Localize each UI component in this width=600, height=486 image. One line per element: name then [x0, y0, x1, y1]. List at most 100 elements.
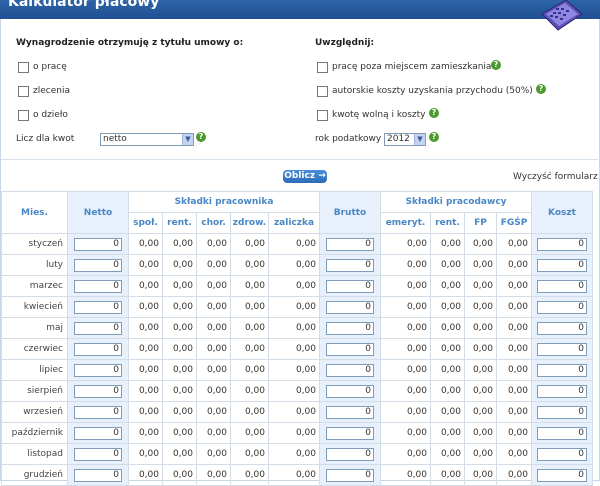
- checkbox-zlecenia[interactable]: [18, 86, 29, 97]
- skladka-pracownika-cell: 0,00: [128, 401, 163, 423]
- koszt-cell-input[interactable]: 0: [537, 447, 587, 461]
- help-icon[interactable]: ?: [536, 84, 546, 94]
- skladka-pracownika-cell: 0,00: [162, 233, 197, 255]
- skladka-pracownika-cell: 0,00: [268, 254, 320, 276]
- month-label: sierpień: [1, 380, 68, 402]
- licz-dla-label: Licz dla kwot: [16, 134, 75, 144]
- skladka-pracodawcy-cell: 0,00: [464, 233, 497, 255]
- sub-zdrow: zdrow.: [230, 212, 269, 234]
- netto-cell-input[interactable]: 0: [74, 384, 122, 398]
- netto-cell: 0: [67, 464, 129, 486]
- skladka-pracownika-cell: 0,00: [128, 296, 163, 318]
- netto-cell-input[interactable]: 0: [74, 321, 122, 335]
- checkbox-autorskie-koszty[interactable]: [317, 86, 328, 97]
- skladka-pracodawcy-cell: 0,00: [496, 254, 532, 276]
- skladka-pracodawcy-cell: 0,00: [496, 275, 532, 297]
- netto-cell-input[interactable]: 0: [74, 279, 122, 293]
- skladka-pracodawcy-cell: 0,00: [380, 443, 431, 465]
- netto-cell: 0: [67, 338, 129, 360]
- brutto-cell-input[interactable]: 0: [326, 447, 374, 461]
- salary-table: Mies. Netto Składki pracownika Brutto Sk…: [1, 191, 593, 486]
- netto-cell-input[interactable]: 0: [74, 426, 122, 440]
- netto-cell-input[interactable]: 0: [74, 363, 122, 377]
- checkbox-kwota-wolna[interactable]: [317, 110, 328, 121]
- netto-cell-input[interactable]: 0: [74, 237, 122, 251]
- brutto-cell-input[interactable]: 0: [326, 237, 374, 251]
- koszt-cell-input[interactable]: 0: [537, 342, 587, 356]
- netto-cell-input[interactable]: 0: [74, 405, 122, 419]
- skladka-pracodawcy-cell: 0,00: [496, 380, 532, 402]
- brutto-cell: 0: [319, 380, 381, 402]
- clear-form-link[interactable]: Wyczyść formularz: [513, 172, 598, 182]
- skladka-pracownika-cell: 0,00: [162, 275, 197, 297]
- checkbox-o-dzielo[interactable]: [18, 110, 29, 121]
- koszt-cell: 0: [531, 359, 593, 381]
- brutto-cell-input[interactable]: 0: [326, 321, 374, 335]
- koszt-cell-input[interactable]: 0: [537, 426, 587, 440]
- licz-dla-select[interactable]: netto ▼: [100, 133, 194, 146]
- koszt-cell: 0: [531, 317, 593, 339]
- table-row: grudzień 0 0,00 0,00 0,00 0,00 0,00 0 0,00 0,00 0,…: [1, 464, 593, 486]
- brutto-cell: 0: [319, 401, 381, 423]
- netto-cell-input[interactable]: 0: [74, 342, 122, 356]
- rok-podatkowy-select[interactable]: 2012 ▼: [384, 133, 426, 146]
- skladka-pracodawcy-cell: 0,00: [464, 275, 497, 297]
- skladka-pracownika-cell: 0,00: [196, 254, 231, 276]
- sub-spol: społ.: [128, 212, 163, 234]
- help-icon[interactable]: ?: [429, 132, 439, 142]
- skladka-pracodawcy-cell: 0,00: [496, 233, 532, 255]
- table-row: czerwiec 0 0,00 0,00 0,00 0,00 0,00 0 0,00 0,00 0,…: [1, 338, 593, 360]
- skladka-pracownika-cell: 0,00: [162, 422, 197, 444]
- brutto-cell: 0: [319, 422, 381, 444]
- brutto-cell-input[interactable]: 0: [326, 363, 374, 377]
- skladka-pracownika-cell: 0,00: [268, 317, 320, 339]
- koszt-cell: 0: [531, 275, 593, 297]
- skladka-pracownika-cell: 0,00: [268, 338, 320, 360]
- brutto-cell-input[interactable]: 0: [326, 258, 374, 272]
- skladka-pracownika-cell: 0,00: [128, 380, 163, 402]
- sub-rent-pracodawcy: rent.: [430, 212, 465, 234]
- checkbox-umowa-o-prace[interactable]: [18, 62, 29, 73]
- skladka-pracownika-cell: 0,00: [162, 464, 197, 486]
- help-icon[interactable]: ?: [491, 60, 501, 70]
- netto-cell-input[interactable]: 0: [74, 300, 122, 314]
- koszt-cell-input[interactable]: 0: [537, 258, 587, 272]
- include-section-title: Uwzględnij:: [315, 38, 375, 48]
- netto-cell-input[interactable]: 0: [74, 258, 122, 272]
- table-row: maj 0 0,00 0,00 0,00 0,00 0,00 0 0,00 0,00 0,00 0,0…: [1, 317, 593, 339]
- brutto-cell: 0: [319, 317, 381, 339]
- koszt-cell: 0: [531, 233, 593, 255]
- brutto-cell-input[interactable]: 0: [326, 342, 374, 356]
- brutto-cell-input[interactable]: 0: [326, 405, 374, 419]
- chevron-down-icon: ▼: [414, 134, 425, 145]
- brutto-cell-input[interactable]: 0: [326, 426, 374, 440]
- brutto-cell-input[interactable]: 0: [326, 279, 374, 293]
- checkbox-praca-poza-miejscem[interactable]: [317, 62, 328, 73]
- netto-cell-input[interactable]: 0: [74, 447, 122, 461]
- col-koszt: Koszt: [531, 191, 593, 234]
- label-autorskie-koszty: autorskie koszty uzyskania przychodu (50…: [332, 86, 533, 96]
- skladka-pracownika-cell: 0,00: [128, 359, 163, 381]
- skladka-pracodawcy-cell: 0,00: [430, 464, 465, 486]
- koszt-cell-input[interactable]: 0: [537, 321, 587, 335]
- skladka-pracodawcy-cell: 0,00: [380, 380, 431, 402]
- koszt-cell-input[interactable]: 0: [537, 300, 587, 314]
- koszt-cell-input[interactable]: 0: [537, 405, 587, 419]
- skladka-pracodawcy-cell: 0,00: [496, 401, 532, 423]
- skladka-pracodawcy-cell: 0,00: [380, 233, 431, 255]
- oblicz-button[interactable]: Oblicz →: [283, 170, 327, 183]
- brutto-cell-input[interactable]: 0: [326, 300, 374, 314]
- koszt-cell-input[interactable]: 0: [537, 363, 587, 377]
- help-icon[interactable]: ?: [196, 132, 206, 142]
- skladka-pracownika-cell: 0,00: [230, 380, 269, 402]
- koszt-cell-input[interactable]: 0: [537, 384, 587, 398]
- skladka-pracodawcy-cell: 0,00: [380, 275, 431, 297]
- divider: [1, 159, 598, 160]
- koszt-cell-input[interactable]: 0: [537, 237, 587, 251]
- skladka-pracodawcy-cell: 0,00: [380, 359, 431, 381]
- koszt-cell-input[interactable]: 0: [537, 279, 587, 293]
- brutto-cell: 0: [319, 275, 381, 297]
- brutto-cell-input[interactable]: 0: [326, 384, 374, 398]
- help-icon[interactable]: ?: [429, 108, 439, 118]
- skladka-pracownika-cell: 0,00: [128, 338, 163, 360]
